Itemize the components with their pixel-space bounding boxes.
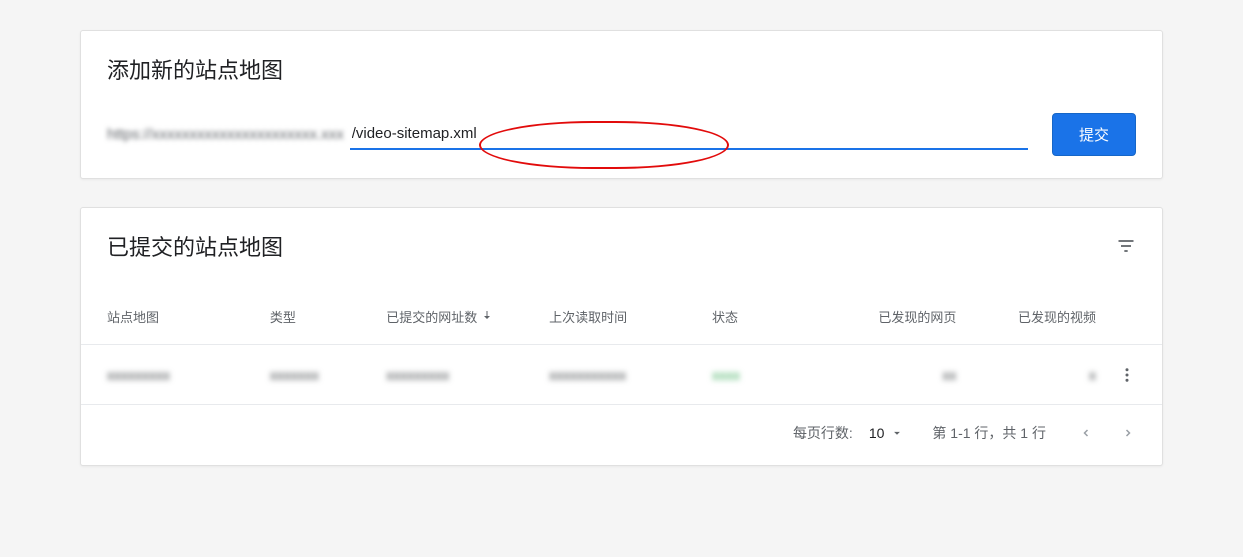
sitemap-url-input[interactable] [350, 119, 1028, 150]
table-header-row: 站点地图 类型 已提交的网址数 上次读取时间 状态 已发现的网页 已发现的视频 [81, 288, 1162, 344]
col-submitted-count[interactable]: 已提交的网址数 [386, 307, 549, 326]
filter-icon[interactable] [1116, 236, 1136, 256]
pagination-bar: 每页行数: 10 第 1-1 行，共 1 行 [81, 404, 1162, 465]
sitemap-input-row: https://xxxxxxxxxxxxxxxxxxxxxx.xxx 提交 [107, 113, 1136, 156]
sort-descending-icon [481, 309, 493, 324]
sitemap-table: 站点地图 类型 已提交的网址数 上次读取时间 状态 已发现的网页 已发现的视频 … [81, 288, 1162, 465]
chevron-down-icon [890, 426, 904, 440]
rows-per-page-value: 10 [869, 425, 885, 441]
rows-per-page: 每页行数: 10 [793, 423, 904, 443]
add-sitemap-title: 添加新的站点地图 [107, 53, 1136, 85]
cell-submitted-count: xxxxxxxxx [386, 367, 549, 383]
cell-videos-found: x [956, 367, 1096, 383]
col-type[interactable]: 类型 [270, 307, 386, 326]
col-status[interactable]: 状态 [712, 307, 817, 326]
col-videos-found[interactable]: 已发现的视频 [956, 307, 1096, 326]
col-pages-found[interactable]: 已发现的网页 [817, 307, 957, 326]
table-row[interactable]: xxxxxxxxx xxxxxxx xxxxxxxxx xxxxxxxxxxx … [81, 344, 1162, 404]
col-submitted-count-label: 已提交的网址数 [386, 307, 477, 326]
cell-status: xxxx [712, 367, 817, 383]
col-sitemap[interactable]: 站点地图 [107, 307, 270, 326]
chevron-right-icon [1122, 427, 1134, 439]
col-last-read[interactable]: 上次读取时间 [549, 307, 712, 326]
cell-last-read: xxxxxxxxxxx [549, 367, 712, 383]
rows-per-page-label: 每页行数: [793, 423, 853, 443]
rows-per-page-select[interactable]: 10 [869, 425, 905, 441]
page-nav [1074, 421, 1140, 445]
next-page-button[interactable] [1116, 421, 1140, 445]
submitted-sitemaps-card: 已提交的站点地图 站点地图 类型 已提交的网址数 上次读取时间 状态 已发现的网… [80, 207, 1163, 466]
submitted-title: 已提交的站点地图 [107, 230, 283, 262]
url-prefix-label: https://xxxxxxxxxxxxxxxxxxxxxx.xxx [107, 126, 344, 143]
cell-sitemap: xxxxxxxxx [107, 367, 270, 383]
cell-type: xxxxxxx [270, 367, 386, 383]
chevron-left-icon [1080, 427, 1092, 439]
prev-page-button[interactable] [1074, 421, 1098, 445]
submit-button[interactable]: 提交 [1052, 113, 1136, 156]
cell-pages-found: xx [817, 367, 957, 383]
pagination-range-info: 第 1-1 行，共 1 行 [932, 423, 1046, 443]
row-overflow-menu-icon[interactable] [1118, 366, 1136, 384]
submitted-header: 已提交的站点地图 [81, 230, 1162, 288]
add-sitemap-card: 添加新的站点地图 https://xxxxxxxxxxxxxxxxxxxxxx.… [80, 30, 1163, 179]
